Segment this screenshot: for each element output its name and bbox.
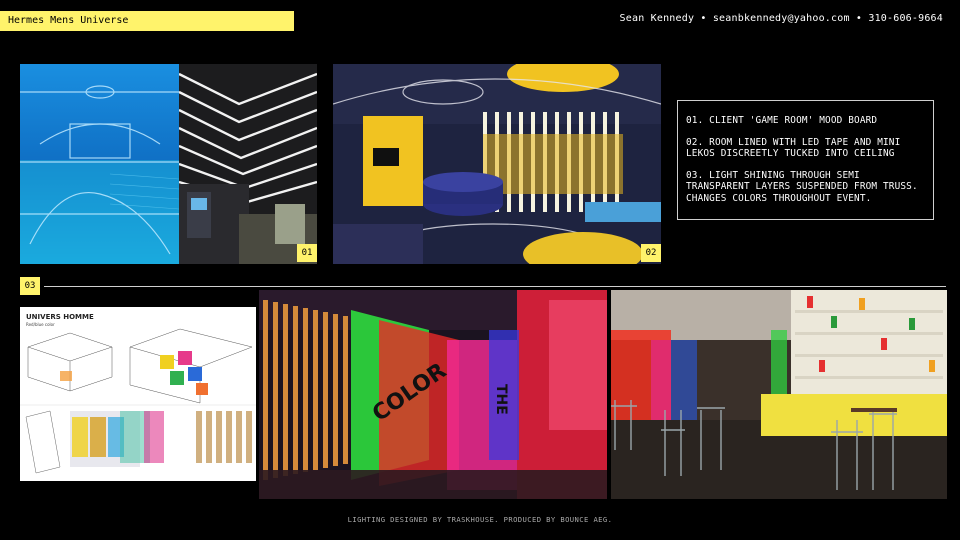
note-01: 01. CLIENT 'GAME ROOM' MOOD BOARD: [686, 115, 878, 126]
sketch-subtitle: Red/blue color: [26, 322, 55, 327]
mood-photo-led-tunnel: [179, 64, 317, 264]
badge-03: 03: [20, 277, 40, 295]
contact-info: Sean Kennedy • seanbkennedy@yahoo.com • …: [619, 13, 943, 24]
photo-text-the: THE: [493, 384, 509, 415]
notes-box: 01. CLIENT 'GAME ROOM' MOOD BOARD 02. RO…: [677, 100, 934, 220]
badge-02: 02: [641, 244, 661, 262]
badge-01: 01: [297, 244, 317, 262]
deck-title: Hermes Mens Universe: [0, 11, 294, 31]
event-photo-color-room: COLOR THE: [259, 290, 607, 499]
note-03: 03. LIGHT SHINING THROUGH SEMI TRANSPARE…: [686, 169, 918, 204]
section-divider: [44, 286, 946, 287]
sketch-title: UNIVERS HOMME: [26, 313, 94, 321]
sketch-board: UNIVERS HOMME Red/blue color: [20, 307, 256, 481]
event-photo-bar-room: [611, 290, 947, 499]
mood-photo-blue-court: [20, 64, 179, 264]
mood-photo-game-room: [333, 64, 661, 264]
footer-credits: LIGHTING DESIGNED BY TRASKHOUSE. PRODUCE…: [347, 515, 613, 524]
note-02: 02. ROOM LINED WITH LED TAPE AND MINI LE…: [686, 136, 901, 160]
